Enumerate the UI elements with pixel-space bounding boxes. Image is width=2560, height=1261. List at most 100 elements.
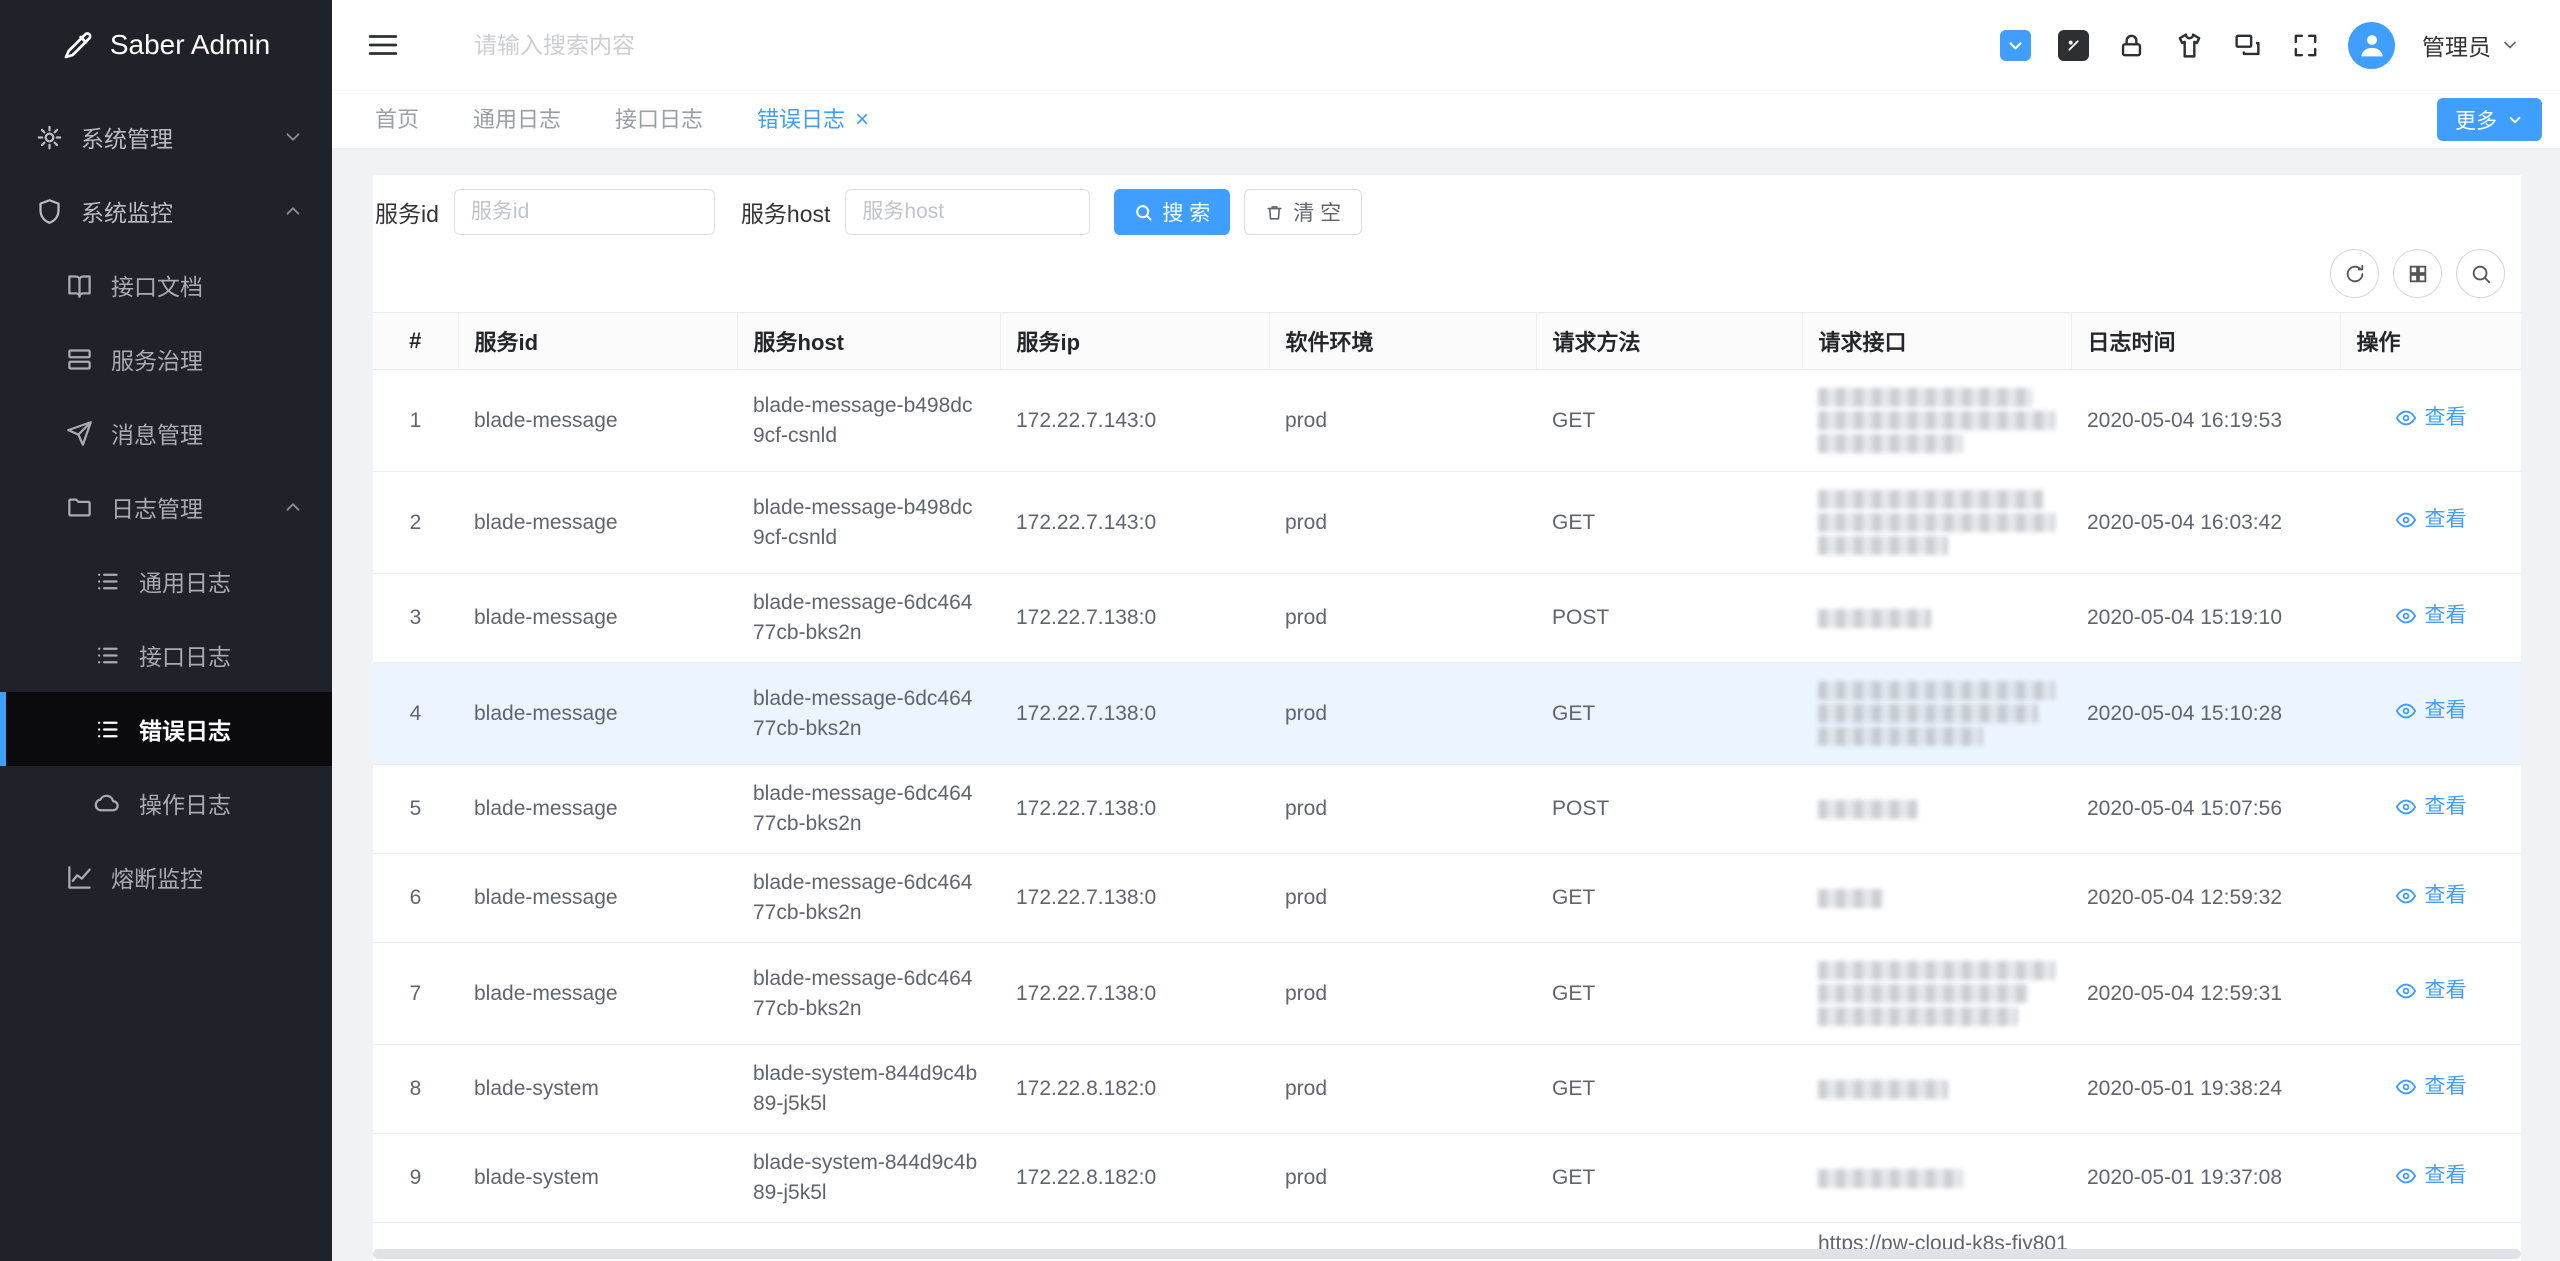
main-area: 管理员 首页 通用日志 接口日志 错误日志 × 更多 服务id	[332, 0, 2560, 1261]
more-button-label: 更多	[2455, 105, 2497, 135]
view-button[interactable]: 查看	[2395, 792, 2467, 822]
sidebar-item-operation-log[interactable]: 操作日志	[0, 766, 332, 840]
sidebar-item-api-docs[interactable]: 接口文档	[0, 248, 332, 322]
global-search-input[interactable]	[472, 31, 906, 60]
gear-icon	[36, 124, 63, 151]
table-search-button[interactable]	[2456, 249, 2505, 298]
redacted-line	[1818, 681, 2055, 700]
cloud-icon	[94, 790, 121, 817]
cell-service-ip: 172.22.8.182:0	[1000, 1045, 1269, 1134]
tab-label: 接口日志	[615, 91, 703, 148]
service-host-input[interactable]	[845, 189, 1090, 235]
tab-error-log[interactable]: 错误日志 ×	[730, 91, 896, 148]
lock-icon[interactable]	[2116, 30, 2147, 61]
view-button[interactable]: 查看	[2395, 601, 2467, 631]
sidebar-item-error-log[interactable]: 错误日志	[0, 692, 332, 766]
horizontal-scrollbar[interactable]	[373, 1249, 2521, 1259]
view-button[interactable]: 查看	[2395, 1161, 2467, 1191]
multi-window-icon[interactable]	[2232, 30, 2263, 61]
cell-env: prod	[1269, 1134, 1536, 1223]
more-button[interactable]: 更多	[2437, 98, 2542, 141]
view-button[interactable]: 查看	[2395, 1072, 2467, 1102]
chevron-up-icon	[282, 496, 304, 518]
search-button[interactable]: 搜 索	[1114, 189, 1230, 235]
view-button[interactable]: 查看	[2395, 403, 2467, 433]
fullscreen-icon[interactable]	[2290, 30, 2321, 61]
view-button[interactable]: 查看	[2395, 881, 2467, 911]
col-header-service-ip: 服务ip	[1000, 313, 1269, 370]
view-button[interactable]: 查看	[2395, 976, 2467, 1006]
tab-general-log[interactable]: 通用日志	[446, 91, 588, 148]
cell-index: 4	[373, 663, 458, 765]
sidebar-item-system-management[interactable]: 系统管理	[0, 100, 332, 174]
cell-service-host: blade-message-6dc46477cb-bks2n	[737, 574, 1000, 663]
menu-item-label: 系统管理	[81, 120, 173, 154]
cell-index: 6	[373, 854, 458, 943]
sidebar-item-service-governance[interactable]: 服务治理	[0, 322, 332, 396]
col-header-service-host: 服务host	[737, 313, 1000, 370]
list-icon	[94, 716, 121, 743]
screenshot-icon[interactable]	[2058, 30, 2089, 61]
cell-api	[1802, 663, 2071, 765]
table-row: 6 blade-message blade-message-6dc46477cb…	[373, 854, 2521, 943]
sidebar-item-general-log[interactable]: 通用日志	[0, 544, 332, 618]
cell-method: GET	[1536, 854, 1802, 943]
col-header-method: 请求方法	[1536, 313, 1802, 370]
tab-api-log[interactable]: 接口日志	[588, 91, 730, 148]
sidebar-item-message-management[interactable]: 消息管理	[0, 396, 332, 470]
user-menu[interactable]: 管理员	[2422, 28, 2520, 62]
cell-service-ip: 172.22.7.138:0	[1000, 663, 1269, 765]
chevron-down-icon	[2500, 35, 2520, 55]
cell-env: prod	[1269, 1045, 1536, 1134]
search-icon	[1134, 203, 1153, 222]
cell-time: 2020-05-04 12:59:31	[2071, 943, 2340, 1045]
tab-home[interactable]: 首页	[348, 91, 446, 148]
cell-actions: 查看	[2340, 663, 2521, 765]
topbar-actions: 管理员	[2000, 22, 2520, 69]
grid-icon	[2407, 263, 2429, 285]
cell-service-id: blade-system	[458, 1045, 737, 1134]
column-settings-button[interactable]	[2393, 249, 2442, 298]
folder-icon	[66, 494, 93, 521]
view-button-label: 查看	[2425, 1072, 2467, 1102]
view-button[interactable]: 查看	[2395, 696, 2467, 726]
cell-api	[1802, 943, 2071, 1045]
cell-service-host: blade-message-6dc46477cb-bks2n	[737, 854, 1000, 943]
cell-env: prod	[1269, 574, 1536, 663]
cell-time: 2020-05-04 15:19:10	[2071, 574, 2340, 663]
scrollbar-thumb[interactable]	[373, 1249, 2521, 1259]
sidebar-item-system-monitor[interactable]: 系统监控	[0, 174, 332, 248]
chevron-up-icon	[282, 200, 304, 222]
service-id-input[interactable]	[454, 189, 715, 235]
refresh-button[interactable]	[2330, 249, 2379, 298]
sidebar-item-circuit-breaker-monitor[interactable]: 熔断监控	[0, 840, 332, 914]
view-button-label: 查看	[2425, 505, 2467, 535]
redacted-line	[1818, 609, 1931, 628]
collapse-toggle-icon[interactable]	[2000, 30, 2031, 61]
theme-icon[interactable]	[2174, 30, 2205, 61]
close-tab-icon[interactable]: ×	[855, 108, 869, 132]
avatar[interactable]	[2348, 22, 2395, 69]
cell-actions: 查看	[2340, 472, 2521, 574]
logo[interactable]: Saber Admin	[0, 0, 332, 90]
cell-api	[1802, 1045, 2071, 1134]
cell-time: 2020-05-04 15:07:56	[2071, 765, 2340, 854]
cell-service-host: blade-system-844d9c4b89-j5k5l	[737, 1134, 1000, 1223]
cell-env: prod	[1269, 370, 1536, 472]
menu-item-label: 操作日志	[139, 786, 231, 820]
menu-item-label: 错误日志	[139, 712, 231, 746]
view-button[interactable]: 查看	[2395, 505, 2467, 535]
redacted-line	[1818, 513, 2055, 532]
view-button-label: 查看	[2425, 1161, 2467, 1191]
cell-time: 2020-05-04 16:19:53	[2071, 370, 2340, 472]
sidebar-item-api-log[interactable]: 接口日志	[0, 618, 332, 692]
menu-toggle-icon[interactable]	[366, 28, 400, 62]
cell-service-id: blade-message	[458, 574, 737, 663]
sidebar-item-log-management[interactable]: 日志管理	[0, 470, 332, 544]
user-name: 管理员	[2422, 28, 2491, 62]
cell-env: prod	[1269, 943, 1536, 1045]
cell-service-ip: 172.22.8.182:0	[1000, 1134, 1269, 1223]
table-body: 1 blade-message blade-message-b498dc9cf-…	[373, 370, 2521, 1261]
clear-button[interactable]: 清 空	[1244, 189, 1362, 235]
cell-method: GET	[1536, 1134, 1802, 1223]
